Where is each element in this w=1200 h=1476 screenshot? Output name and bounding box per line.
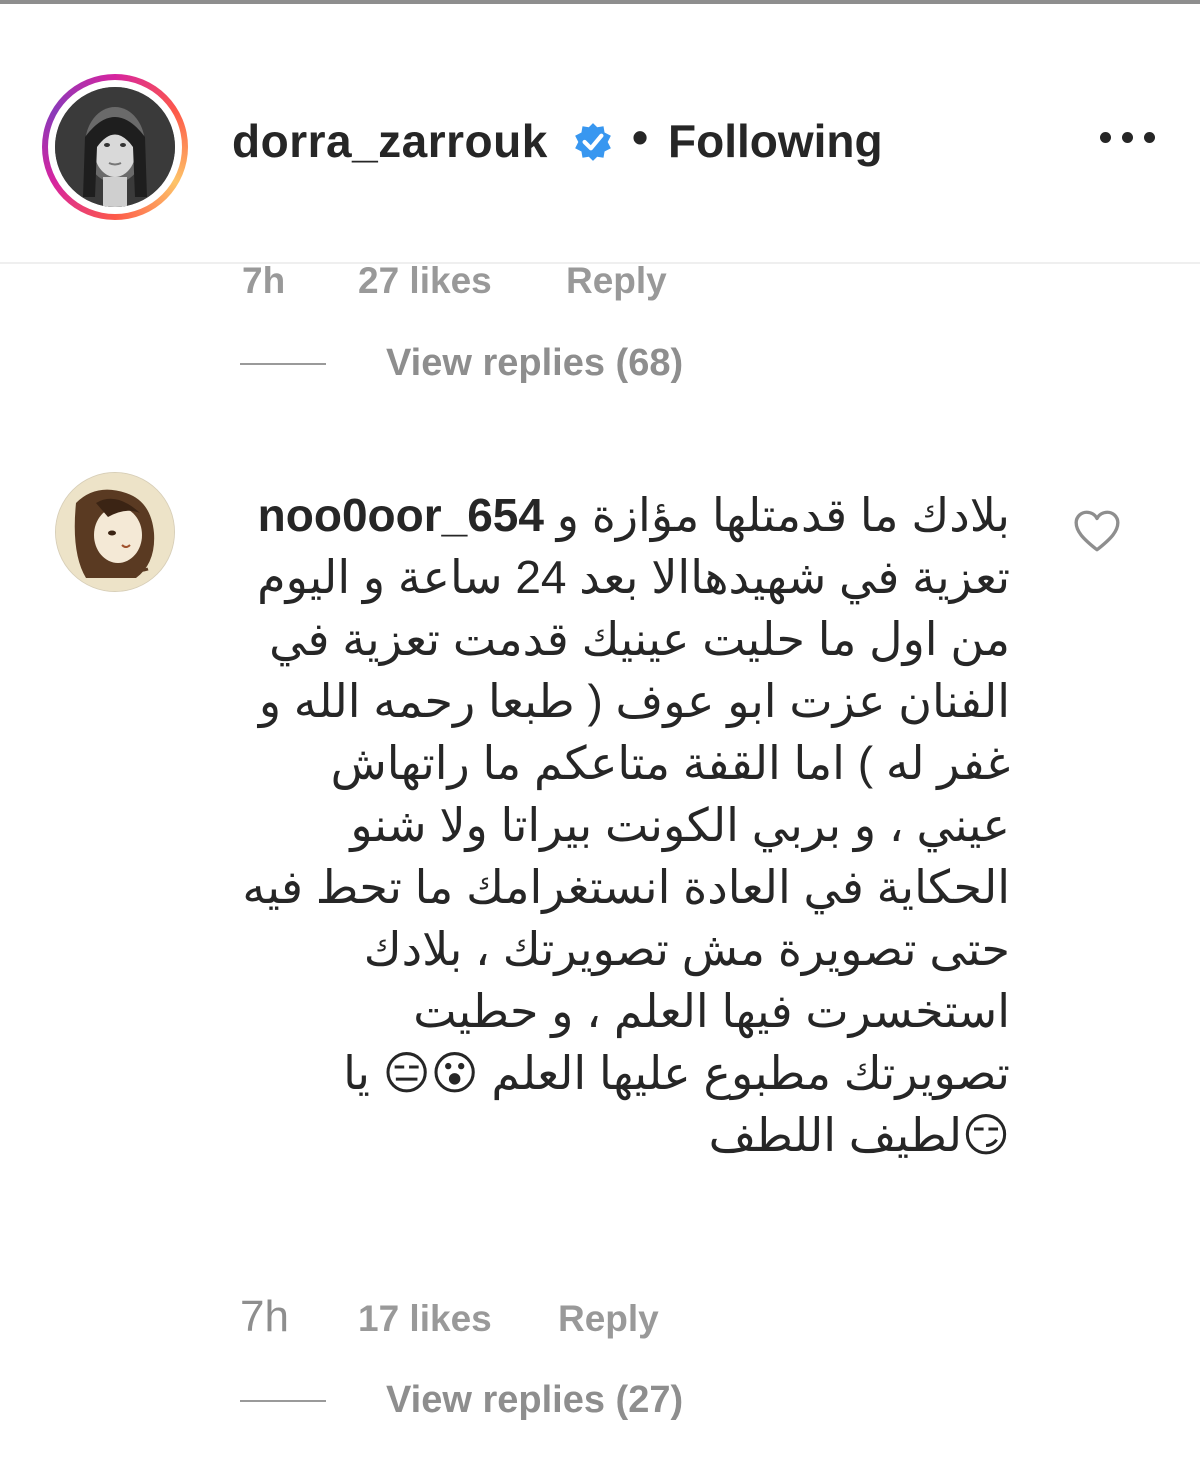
- comment-timestamp: 7h: [242, 264, 286, 301]
- post-author-username[interactable]: dorra_zarrouk: [232, 114, 548, 168]
- view-replies-button[interactable]: View replies (27): [386, 1379, 683, 1422]
- comment-like-count[interactable]: 27 likes: [358, 264, 492, 302]
- comment-like-count[interactable]: 17 likes: [358, 1298, 492, 1340]
- heart-icon[interactable]: [1072, 508, 1122, 554]
- reply-button[interactable]: Reply: [566, 264, 667, 302]
- commenter-avatar[interactable]: [55, 472, 175, 592]
- more-options-icon[interactable]: [1094, 122, 1164, 152]
- reply-button[interactable]: Reply: [558, 1298, 659, 1340]
- story-ring[interactable]: [42, 74, 188, 220]
- post-header: dorra_zarrouk • Following: [0, 4, 1200, 262]
- verified-badge-icon: [575, 123, 611, 161]
- header-separator: •: [632, 111, 649, 163]
- previous-comment-meta: 7h 27 likes Reply: [0, 264, 1200, 324]
- following-button[interactable]: Following: [668, 114, 883, 168]
- profile-avatar[interactable]: [55, 87, 175, 207]
- replies-line: [240, 363, 326, 365]
- view-replies-button[interactable]: View replies (68): [386, 342, 683, 385]
- replies-line: [240, 1400, 326, 1402]
- comment-body: noo0oor_654 بلادك ما قدمتلها مؤازة و تعز…: [240, 484, 1010, 1166]
- comment-timestamp: 7h: [240, 1292, 289, 1341]
- commenter-username[interactable]: noo0oor_654: [258, 489, 544, 541]
- comment-text: بلادك ما قدمتلها مؤازة و تعزية في شهيدها…: [242, 489, 1010, 1161]
